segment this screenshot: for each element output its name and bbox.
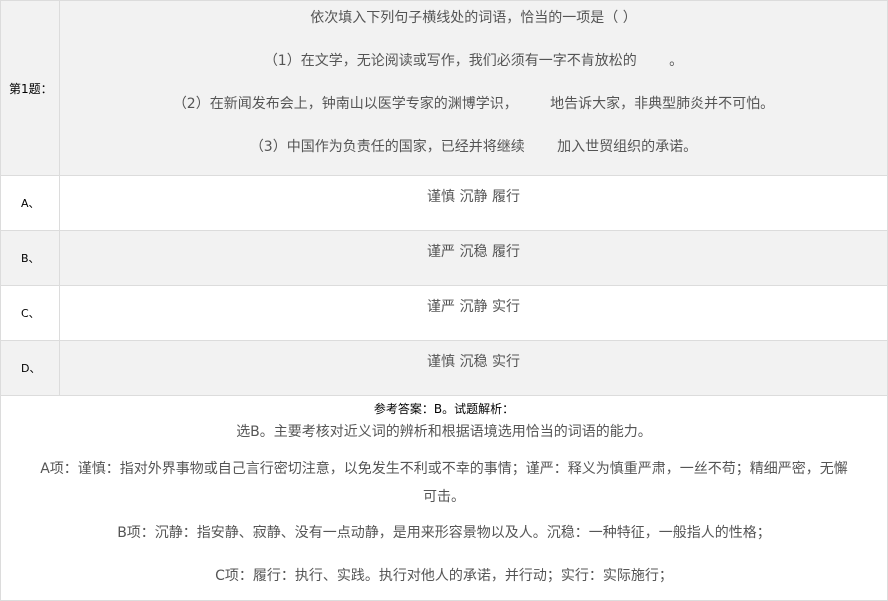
question-sentence-1: （1）在文学，无论阅读或写作，我们必须有一字不肯放松的 。	[263, 53, 684, 69]
option-label-a: A、	[0, 175, 60, 231]
option-row-a[interactable]: A、 谨慎 沉静 履行	[0, 175, 888, 231]
question-row: 第1题： 依次填入下列句子横线处的词语，恰当的一项是（ ） （1）在文学，无论阅…	[0, 0, 888, 176]
answer-paragraph-2: A项：谨慎：指对外界事物或自己言行密切注意，以免发生不利或不幸的事情；谨严：释义…	[40, 461, 848, 477]
option-row-c[interactable]: C、 谨严 沉静 实行	[0, 285, 888, 341]
question-number-label: 第1题：	[0, 0, 60, 176]
option-text-c: 谨严 沉静 实行	[59, 285, 888, 341]
option-row-d[interactable]: D、 谨慎 沉稳 实行	[0, 340, 888, 396]
question-stem: 依次填入下列句子横线处的词语，恰当的一项是（ ） （1）在文学，无论阅读或写作，…	[59, 0, 888, 176]
option-label-d: D、	[0, 340, 60, 396]
option-label-b: B、	[0, 230, 60, 286]
question-table: 第1题： 依次填入下列句子横线处的词语，恰当的一项是（ ） （1）在文学，无论阅…	[0, 0, 888, 601]
option-text-a: 谨慎 沉静 履行	[59, 175, 888, 231]
option-text-b: 谨严 沉稳 履行	[59, 230, 888, 286]
answer-row: 参考答案：B。试题解析： 选B。主要考核对近义词的辨析和根据语境选用恰当的词语的…	[0, 395, 888, 601]
answer-paragraph-4: C项：履行：执行、实践。执行对他人的承诺，并行动；实行：实际施行；	[215, 568, 673, 584]
answer-paragraph-2-cont: 可击。	[423, 489, 465, 505]
answer-heading: 参考答案：B。试题解析：	[373, 402, 515, 416]
question-prompt: 依次填入下列句子横线处的词语，恰当的一项是（ ）	[310, 10, 637, 26]
answer-paragraph-1: 选B。主要考核对近义词的辨析和根据语境选用恰当的词语的能力。	[236, 424, 652, 440]
question-sentence-3: （3）中国作为负责任的国家，已经并将继续 加入世贸组织的承诺。	[249, 139, 698, 155]
option-text-d: 谨慎 沉稳 实行	[59, 340, 888, 396]
question-sentence-2: （2）在新闻发布会上，钟南山以医学专家的渊博学识， 地告诉大家，非典型肺炎并不可…	[172, 96, 775, 112]
answer-explanation: 参考答案：B。试题解析： 选B。主要考核对近义词的辨析和根据语境选用恰当的词语的…	[0, 395, 888, 601]
option-row-b[interactable]: B、 谨严 沉稳 履行	[0, 230, 888, 286]
option-label-c: C、	[0, 285, 60, 341]
answer-paragraph-3: B项：沉静：指安静、寂静、没有一点动静，是用来形容景物以及人。沉稳：一种特征，一…	[117, 525, 771, 541]
